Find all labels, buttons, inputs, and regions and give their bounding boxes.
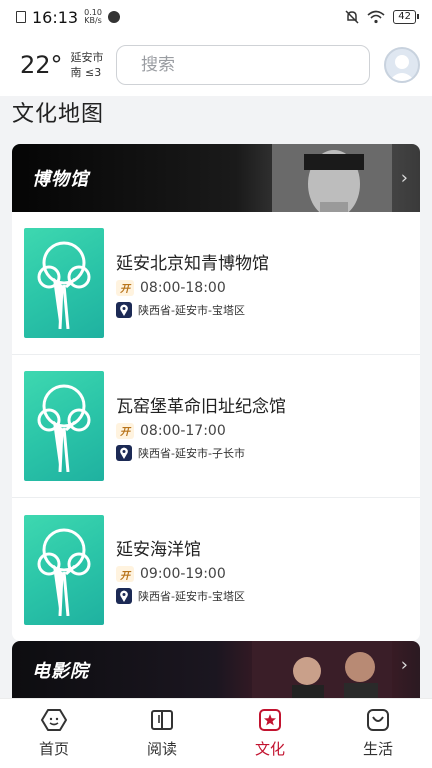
sim-icon — [16, 11, 26, 23]
bottom-tab-bar: 首页 阅读 文化 生活 — [0, 698, 432, 768]
tab-label: 首页 — [38, 740, 69, 758]
book-icon — [151, 710, 173, 730]
culture-star-icon — [259, 709, 281, 731]
tab-life[interactable]: 生活 — [324, 699, 432, 768]
search-box[interactable] — [116, 45, 370, 85]
museum-banner[interactable]: 博物馆 › — [12, 144, 420, 212]
header-bar: 22° 延安市 南 ≤3 — [0, 34, 432, 96]
open-hours-icon: 开 — [116, 566, 134, 582]
search-input[interactable] — [141, 55, 362, 75]
net-speed: 0.10 KB/s — [84, 8, 102, 25]
bag-smile-icon — [367, 709, 389, 731]
city-name: 延安市 — [70, 51, 104, 64]
open-hours-icon: 开 — [116, 279, 134, 296]
cinema-audience-image — [252, 641, 392, 698]
list-item[interactable]: 延安北京知青博物馆 开 08:00-18:00 陕西省-延安市-宝塔区 — [12, 212, 420, 355]
page-title: 文化地图 — [12, 102, 105, 127]
venue-address: 陕西省-延安市-宝塔区 — [138, 303, 245, 317]
venue-address: 陕西省-延安市-宝塔区 — [138, 590, 245, 603]
tab-home[interactable]: 首页 — [0, 699, 108, 768]
battery-indicator: 42 — [393, 10, 419, 24]
opening-hours: 08:00-17:00 — [140, 422, 226, 439]
location-pin-icon — [116, 588, 132, 604]
wifi-icon — [367, 10, 385, 24]
section-title: 博物馆 — [32, 169, 89, 190]
museum-thumbnail — [24, 228, 104, 338]
list-item[interactable]: 瓦窑堡革命旧址纪念馆 开 08:00-17:00 陕西省-延安市-子长市 — [12, 355, 420, 498]
location-pin-icon — [116, 301, 132, 318]
money-tree-icon — [37, 528, 91, 616]
temperature: 22° — [20, 51, 63, 79]
venue-name: 瓦窑堡革命旧址纪念馆 — [116, 396, 286, 417]
venue-name: 延安北京知青博物馆 — [116, 253, 269, 274]
user-avatar-icon — [389, 55, 415, 81]
tab-label: 阅读 — [146, 740, 177, 758]
museum-thumbnail — [24, 371, 104, 481]
list-item[interactable]: 延安海洋馆 开 09:00-19:00 陕西省-延安市-宝塔区 — [12, 498, 420, 641]
status-bar: 16:13 0.10 KB/s 42 — [0, 0, 432, 34]
open-hours-icon: 开 — [116, 422, 134, 439]
sculpture-image — [272, 144, 392, 212]
tab-reading[interactable]: 阅读 — [108, 699, 216, 768]
home-hexagon-icon — [41, 709, 67, 731]
avatar[interactable] — [384, 47, 420, 83]
section-title: 电影院 — [32, 661, 89, 682]
cinema-banner[interactable]: 电影院 › — [12, 641, 420, 698]
venue-name: 延安海洋馆 — [116, 540, 201, 560]
museum-section: 博物馆 › 延安北京知青博物馆 开 08:00-18:00 陕西省-延安市-宝塔… — [12, 144, 420, 641]
weather-location: 延安市 南 ≤3 — [71, 50, 104, 80]
wind-info: 南 ≤3 — [70, 66, 102, 79]
tab-culture[interactable]: 文化 — [216, 699, 324, 768]
money-tree-icon — [37, 384, 91, 472]
opening-hours: 09:00-19:00 — [140, 566, 226, 582]
app-notification-icon — [107, 11, 120, 23]
museum-thumbnail — [24, 514, 104, 625]
mute-bell-icon — [345, 10, 359, 24]
chevron-right-icon: › — [400, 654, 408, 676]
chevron-right-icon: › — [400, 167, 408, 189]
tab-label: 文化 — [254, 740, 285, 758]
venue-address: 陕西省-延安市-子长市 — [138, 446, 245, 460]
cinema-section: 电影院 › — [12, 641, 420, 698]
tab-label: 生活 — [362, 740, 393, 758]
weather-widget[interactable]: 22° 延安市 南 ≤3 — [20, 50, 116, 80]
status-time: 16:13 — [32, 7, 79, 27]
opening-hours: 08:00-18:00 — [140, 279, 226, 296]
location-pin-icon — [116, 444, 132, 461]
money-tree-icon — [37, 241, 91, 329]
